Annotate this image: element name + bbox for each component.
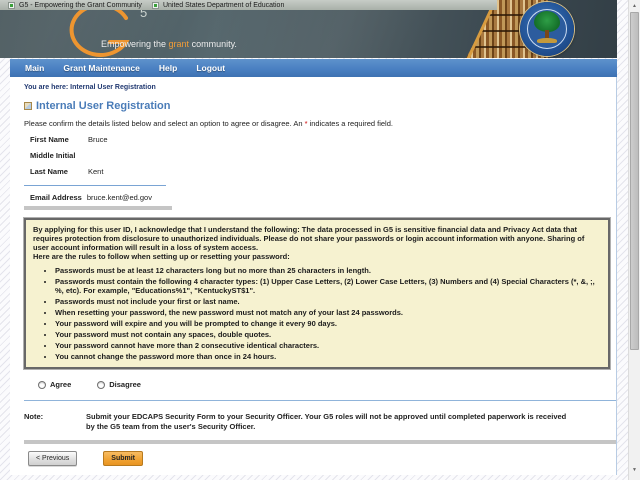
vertical-scrollbar[interactable]: ▲ ▼ bbox=[628, 0, 640, 480]
dept-of-education-seal bbox=[520, 2, 574, 56]
divider-line bbox=[24, 185, 166, 186]
divider-line-full bbox=[24, 400, 616, 401]
seal-tree-icon bbox=[534, 11, 560, 32]
agree-disagree-options: Agree Disagree bbox=[38, 380, 616, 389]
agree-radio[interactable] bbox=[38, 380, 46, 389]
dotted-separator-short bbox=[24, 206, 172, 210]
content-area: You are here: Internal User Registration… bbox=[10, 77, 617, 475]
email-value: bruce.kent@ed.gov bbox=[86, 193, 152, 202]
password-rules-list: Passwords must be at least 12 characters… bbox=[55, 266, 601, 361]
section-icon bbox=[24, 102, 32, 110]
field-email: Email Address bruce.kent@ed.gov bbox=[30, 193, 616, 202]
field-last-name: Last Name Kent bbox=[30, 167, 616, 176]
rules-intro: Here are the rules to follow when settin… bbox=[33, 252, 290, 261]
page-title-row: Internal User Registration bbox=[24, 100, 616, 112]
rule-item: Passwords must be at least 12 characters… bbox=[55, 266, 601, 275]
scroll-up-arrow-icon[interactable]: ▲ bbox=[629, 1, 640, 11]
rule-item: Your password will expire and you will b… bbox=[55, 319, 601, 328]
nav-main[interactable]: Main bbox=[25, 63, 44, 73]
field-middle-initial: Middle Initial bbox=[30, 151, 616, 160]
g5-page-icon bbox=[8, 1, 15, 9]
intro-text: Please confirm the details listed below … bbox=[24, 119, 393, 128]
middle-initial-label: Middle Initial bbox=[30, 151, 76, 160]
page-background: 5 Empowering the grant community. G5 - E… bbox=[0, 0, 628, 480]
seal-mound bbox=[537, 38, 557, 43]
first-name-label: First Name bbox=[30, 135, 69, 144]
ed-page-icon bbox=[151, 1, 159, 9]
previous-button[interactable]: < Previous bbox=[28, 451, 78, 466]
note-row: Note: Submit your EDCAPS Security Form t… bbox=[24, 412, 616, 432]
seal-circle bbox=[520, 2, 574, 56]
window-title-g5[interactable]: G5 - Empowering the Grant Community bbox=[19, 2, 142, 9]
scroll-down-arrow-icon[interactable]: ▼ bbox=[629, 465, 640, 475]
nav-help[interactable]: Help bbox=[159, 63, 177, 73]
email-label: Email Address bbox=[30, 193, 82, 202]
main-nav: Main Grant Maintenance Help Logout bbox=[10, 59, 617, 77]
breadcrumb: You are here: Internal User Registration bbox=[24, 84, 616, 91]
g5-application-window: 5 Empowering the grant community. G5 - E… bbox=[0, 0, 640, 480]
first-name-value: Bruce bbox=[88, 135, 108, 144]
rule-item: Your password cannot have more than 2 co… bbox=[55, 341, 601, 350]
disagree-label[interactable]: Disagree bbox=[109, 380, 141, 389]
rule-item: Passwords must contain the following 4 c… bbox=[55, 277, 601, 295]
password-rules-box: By applying for this user ID, I acknowle… bbox=[24, 218, 610, 369]
last-name-label: Last Name bbox=[30, 167, 68, 176]
disagree-option[interactable]: Disagree bbox=[97, 380, 141, 389]
scrollbar-thumb[interactable] bbox=[630, 12, 639, 350]
note-text: Submit your EDCAPS Security Form to your… bbox=[86, 412, 567, 431]
window-title-strip: G5 - Empowering the Grant Community Unit… bbox=[0, 0, 497, 10]
dotted-separator-full bbox=[24, 440, 616, 444]
acknowledgment-paragraph: By applying for this user ID, I acknowle… bbox=[33, 225, 585, 252]
rule-item: You cannot change the password more than… bbox=[55, 352, 601, 361]
nav-grant-maintenance[interactable]: Grant Maintenance bbox=[63, 63, 140, 73]
rule-item: When resetting your password, the new pa… bbox=[55, 308, 601, 317]
last-name-value: Kent bbox=[88, 167, 104, 176]
page-title: Internal User Registration bbox=[36, 100, 171, 112]
breadcrumb-current: Internal User Registration bbox=[70, 84, 156, 91]
rule-item: Your password must not contain any space… bbox=[55, 330, 601, 339]
window-title-ed[interactable]: United States Department of Education bbox=[163, 2, 284, 9]
g5-logo-icon bbox=[69, 3, 130, 57]
nav-logout[interactable]: Logout bbox=[196, 63, 225, 73]
agree-label[interactable]: Agree bbox=[50, 380, 71, 389]
note-label: Note: bbox=[24, 412, 44, 421]
field-first-name: First Name Bruce bbox=[30, 135, 616, 144]
rule-item: Passwords must not include your first or… bbox=[55, 297, 601, 306]
disagree-radio[interactable] bbox=[97, 380, 106, 389]
agree-option[interactable]: Agree bbox=[38, 380, 71, 389]
submit-button[interactable]: Submit bbox=[103, 451, 144, 466]
banner-tagline: Empowering the grant community. bbox=[101, 39, 237, 49]
button-row: < Previous Submit bbox=[28, 451, 616, 466]
breadcrumb-prefix: You are here: bbox=[24, 84, 69, 91]
